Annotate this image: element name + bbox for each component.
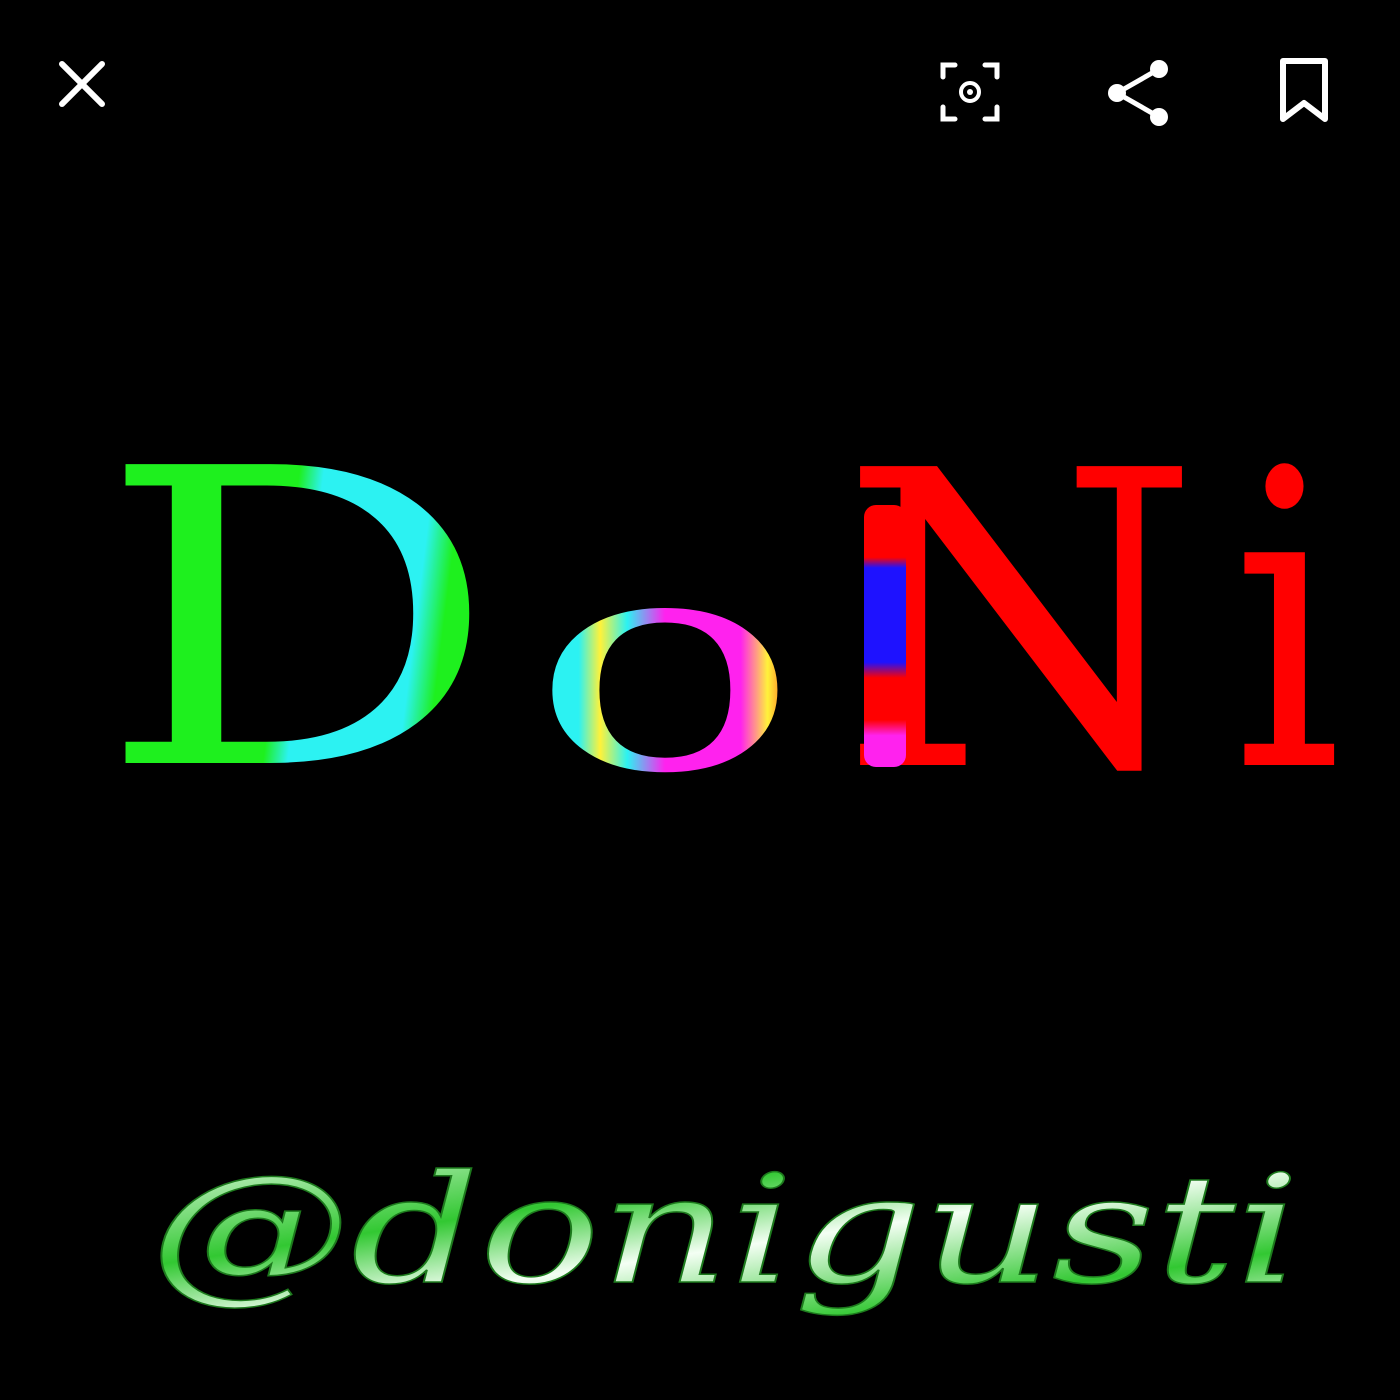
share-button[interactable]	[1096, 50, 1180, 134]
image-viewer: D o N i @donigusti	[0, 0, 1400, 1400]
share-icon	[1108, 60, 1168, 126]
close-button[interactable]	[40, 42, 124, 126]
image-content: D o N i @donigusti	[98, 382, 1342, 1319]
bookmark-icon	[1280, 58, 1328, 122]
logo-letter-d: D	[98, 382, 498, 860]
bookmark-button[interactable]	[1262, 46, 1346, 130]
logo-letter-o: o	[530, 490, 800, 839]
logo-letter-i: i	[1232, 384, 1342, 862]
lens-search-button[interactable]	[928, 50, 1012, 134]
close-icon	[59, 61, 105, 107]
handle-text: @donigusti	[150, 1144, 1300, 1318]
lens-search-icon	[940, 62, 1000, 122]
logo-letter-n-stem-accent	[864, 505, 906, 767]
